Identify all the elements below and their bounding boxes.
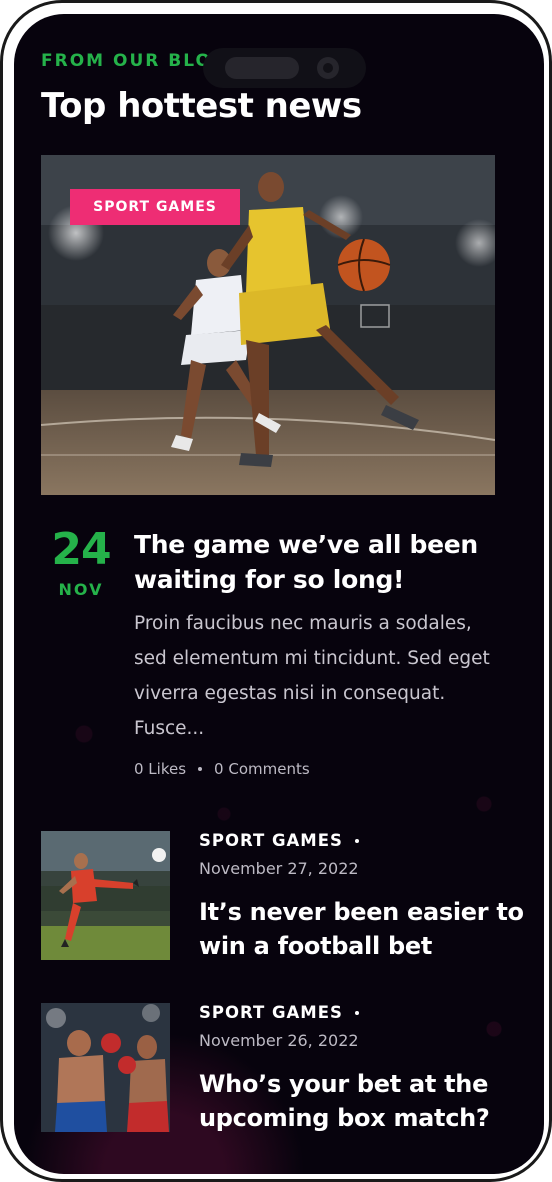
page-title: Top hottest news xyxy=(41,86,362,126)
post-date: November 26, 2022 xyxy=(199,1031,359,1050)
list-item[interactable]: SPORT GAMES November 27, 2022 It’s never… xyxy=(41,831,524,963)
category-badge[interactable]: SPORT GAMES xyxy=(70,189,240,225)
post-thumbnail[interactable] xyxy=(41,1003,170,1132)
post-thumbnail[interactable] xyxy=(41,831,170,960)
post-date: November 27, 2022 xyxy=(199,859,359,878)
football-player-image xyxy=(41,831,170,960)
front-camera-icon xyxy=(317,57,339,79)
post-category[interactable]: SPORT GAMES xyxy=(199,831,359,850)
separator-dot-icon xyxy=(354,838,359,843)
comments-count[interactable]: 0 Comments xyxy=(214,760,310,778)
featured-post-excerpt: Proin faucibus nec mauris a sodales, sed… xyxy=(134,613,490,739)
post-title[interactable]: Who’s your bet at the upcoming box match… xyxy=(199,1067,529,1135)
post-category-label[interactable]: SPORT GAMES xyxy=(199,1003,343,1022)
dynamic-island xyxy=(203,48,366,88)
post-date-day: 24 xyxy=(51,524,111,575)
screen: FROM OUR BLOG Top hottest news SPORT GAM… xyxy=(14,14,544,1174)
featured-image[interactable]: SPORT GAMES xyxy=(41,155,495,495)
featured-post-title[interactable]: The game we’ve all been waiting for so l… xyxy=(134,527,494,597)
section-eyebrow: FROM OUR BLOG xyxy=(41,51,228,71)
post-category[interactable]: SPORT GAMES xyxy=(199,1003,359,1022)
separator-dot-icon xyxy=(354,1010,359,1015)
phone-frame: FROM OUR BLOG Top hottest news SPORT GAM… xyxy=(0,0,552,1182)
notch-sensor xyxy=(225,57,299,79)
post-category-label[interactable]: SPORT GAMES xyxy=(199,831,343,850)
likes-count[interactable]: 0 Likes xyxy=(134,760,186,778)
post-title[interactable]: It’s never been easier to win a football… xyxy=(199,895,529,963)
featured-post-meta: 0 Likes 0 Comments xyxy=(134,760,310,778)
post-date-month: NOV xyxy=(58,580,104,599)
separator-dot-icon xyxy=(198,767,203,771)
boxing-match-image xyxy=(41,1003,170,1132)
list-item[interactable]: SPORT GAMES November 26, 2022 Who’s your… xyxy=(41,1003,521,1135)
